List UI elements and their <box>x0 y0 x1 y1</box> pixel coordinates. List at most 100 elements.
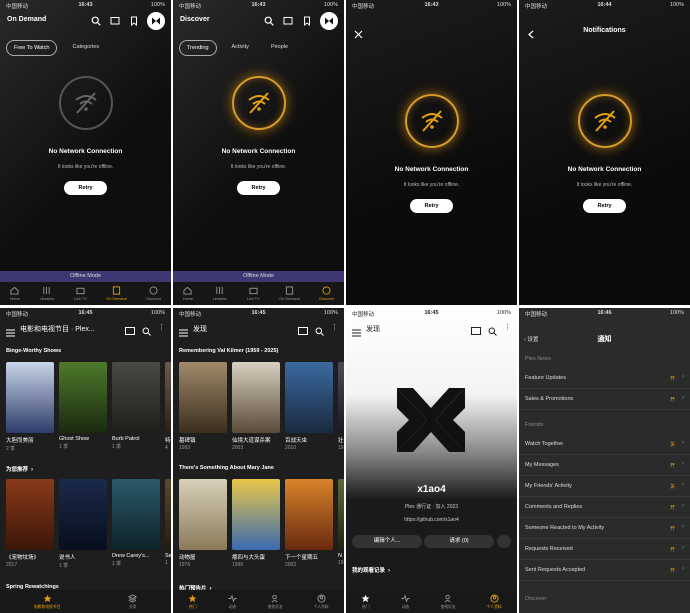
poster-card[interactable]: Ghost Show 1 季 <box>59 362 107 452</box>
poster-card[interactable]: 壮 19 <box>338 362 344 451</box>
poster-card[interactable]: 动物屋 1978 <box>179 479 227 568</box>
poster-card[interactable]: 特4 <box>165 362 171 452</box>
more-icon[interactable]: ⋮ <box>331 323 338 341</box>
section-title[interactable]: There's Something About Mary Jane <box>179 465 274 471</box>
tab-people[interactable]: People <box>264 40 295 56</box>
plex-logo-icon[interactable] <box>147 12 165 30</box>
search-icon[interactable] <box>90 15 102 27</box>
watch-history-title[interactable]: 我的观看记录 › <box>352 566 390 574</box>
settings-row[interactable]: Watch Together 关 › <box>519 434 690 455</box>
poster-card[interactable]: Se 1 <box>165 479 171 569</box>
nav-libraries[interactable]: Libraries <box>40 286 54 301</box>
settings-row[interactable]: Someone Reacted to My Activity 开 › <box>519 518 690 539</box>
search-icon[interactable] <box>488 323 497 341</box>
poster-card[interactable]: 仙境大道谋杀案 2003 <box>232 362 280 451</box>
retry-button[interactable]: Retry <box>583 199 626 213</box>
poster-card[interactable]: 大胆而美丽 2 季 <box>6 362 54 452</box>
settings-row[interactable]: My Messages 开 › <box>519 455 690 476</box>
retry-button[interactable]: Retry <box>410 199 453 213</box>
nav-label: Home <box>9 297 20 301</box>
settings-row[interactable]: Sales & Promotions 开 › <box>519 389 690 410</box>
cast-icon[interactable] <box>298 323 308 341</box>
settings-row[interactable]: My Friends' Activity 关 › <box>519 476 690 497</box>
more-icon[interactable]: ⋮ <box>158 323 165 341</box>
offline-message: No Network Connection It looks like you'… <box>0 76 171 195</box>
nav-activity[interactable]: 动态 <box>401 594 410 610</box>
retry-button[interactable]: Retry <box>64 181 107 195</box>
cast-icon[interactable] <box>125 323 135 341</box>
clock: 16:45 <box>424 310 439 316</box>
nav-trending[interactable]: 热门 <box>361 594 370 610</box>
group-title: Discover <box>525 596 547 602</box>
nav-on-demand[interactable]: On Demand <box>106 286 127 301</box>
poster-card[interactable]: Drew Carey's... 1 季 <box>112 479 160 569</box>
bottom-nav: 电影和电视节目 分类 <box>0 590 171 613</box>
requests-button[interactable]: 请求 (0) <box>424 535 494 548</box>
tab-activity[interactable]: Activity <box>225 40 256 56</box>
nav-home[interactable]: Home <box>183 286 193 301</box>
poster-title: 下一个星期五 <box>285 555 319 561</box>
nav-find-friends[interactable]: 查找好友 <box>268 594 283 610</box>
nav-on-demand[interactable]: On Demand <box>279 286 300 301</box>
nav-home[interactable]: Home <box>10 286 20 301</box>
poster-card[interactable]: 《宠物坟场》 2017 <box>6 479 54 569</box>
cast-icon[interactable] <box>282 15 294 27</box>
nav-discover[interactable]: Discover <box>319 286 334 301</box>
menu-icon[interactable] <box>6 324 15 342</box>
watchlist-icon[interactable] <box>301 15 313 27</box>
poster-subtitle: 2 季 <box>6 446 16 452</box>
search-icon[interactable] <box>315 323 324 341</box>
search-icon[interactable] <box>263 15 275 27</box>
poster-card[interactable]: 百战天虫 2010 <box>285 362 333 451</box>
more-icon[interactable]: ⋮ <box>504 323 511 341</box>
search-icon[interactable] <box>142 323 151 341</box>
poster-image <box>179 479 227 550</box>
profile-link[interactable]: https://github.com/x1ao4 <box>346 517 517 523</box>
cast-icon[interactable] <box>471 323 481 341</box>
nav-live-tv[interactable]: Live TV <box>74 286 87 301</box>
poster-card[interactable]: Burb Patrol 1 季 <box>112 362 160 452</box>
poster-card[interactable]: 瘪四与大头蛋 1996 <box>232 479 280 568</box>
poster-title: 特 <box>165 438 171 444</box>
tab-trending[interactable]: Trending <box>179 40 217 56</box>
nav-movies-tv[interactable]: 电影和电视节目 <box>34 594 60 610</box>
tab-categories[interactable]: Categories <box>65 40 106 56</box>
settings-row[interactable]: Sent Requests Accepted 开 › <box>519 560 690 581</box>
watchlist-icon[interactable] <box>128 15 140 27</box>
poster-title: Drew Carey's... <box>112 553 150 559</box>
plex-logo-icon[interactable] <box>320 12 338 30</box>
menu-icon[interactable] <box>352 324 361 342</box>
nav-libraries[interactable]: Libraries <box>213 286 227 301</box>
retry-button[interactable]: Retry <box>237 181 280 195</box>
tab-free-to-watch[interactable]: Free To Watch <box>6 40 58 56</box>
nav-find-friends[interactable]: 查找好友 <box>441 594 456 610</box>
section-title[interactable]: Remembering Val Kilmer (1959 - 2025) <box>179 348 278 354</box>
nav-activity[interactable]: 动态 <box>228 594 237 610</box>
status-bar: 中国移动 16:43 100% <box>346 0 517 10</box>
nav-profile[interactable]: 个人资料 <box>486 593 502 610</box>
edit-profile-button[interactable]: 编辑个人... <box>352 535 422 548</box>
share-button[interactable] <box>497 535 511 548</box>
offline-mode-label: Offline Mode <box>69 273 102 279</box>
clock: 16:43 <box>251 2 266 8</box>
nav-trending[interactable]: 热门 <box>188 594 197 610</box>
nav-categories[interactable]: 分类 <box>128 593 138 610</box>
nav-profile[interactable]: 个人资料 <box>313 593 329 610</box>
settings-row[interactable]: Feature Updates 开 › <box>519 368 690 389</box>
settings-row[interactable]: Requests Received 开 › <box>519 539 690 560</box>
cast-icon[interactable] <box>109 15 121 27</box>
no-wifi-icon <box>577 94 632 148</box>
poster-card[interactable]: 说书人 1 季 <box>59 479 107 569</box>
poster-card[interactable]: 墓碑镇 1993 <box>179 362 227 451</box>
close-icon[interactable] <box>354 26 363 44</box>
poster-card[interactable]: N 19 <box>338 479 344 568</box>
poster-card[interactable]: 下一个星期五 2002 <box>285 479 333 568</box>
settings-row[interactable]: Comments and Replies 开 › <box>519 497 690 518</box>
section-title[interactable]: 为您推荐 › <box>6 465 33 473</box>
nav-live-tv[interactable]: Live TV <box>247 286 260 301</box>
settings-row-label: Sales & Promotions <box>525 396 574 402</box>
menu-icon[interactable] <box>179 324 188 342</box>
nav-discover[interactable]: Discover <box>146 286 161 301</box>
section-title[interactable]: Binge-Worthy Shows <box>6 348 61 354</box>
poster-title: 墓碑镇 <box>179 438 196 444</box>
